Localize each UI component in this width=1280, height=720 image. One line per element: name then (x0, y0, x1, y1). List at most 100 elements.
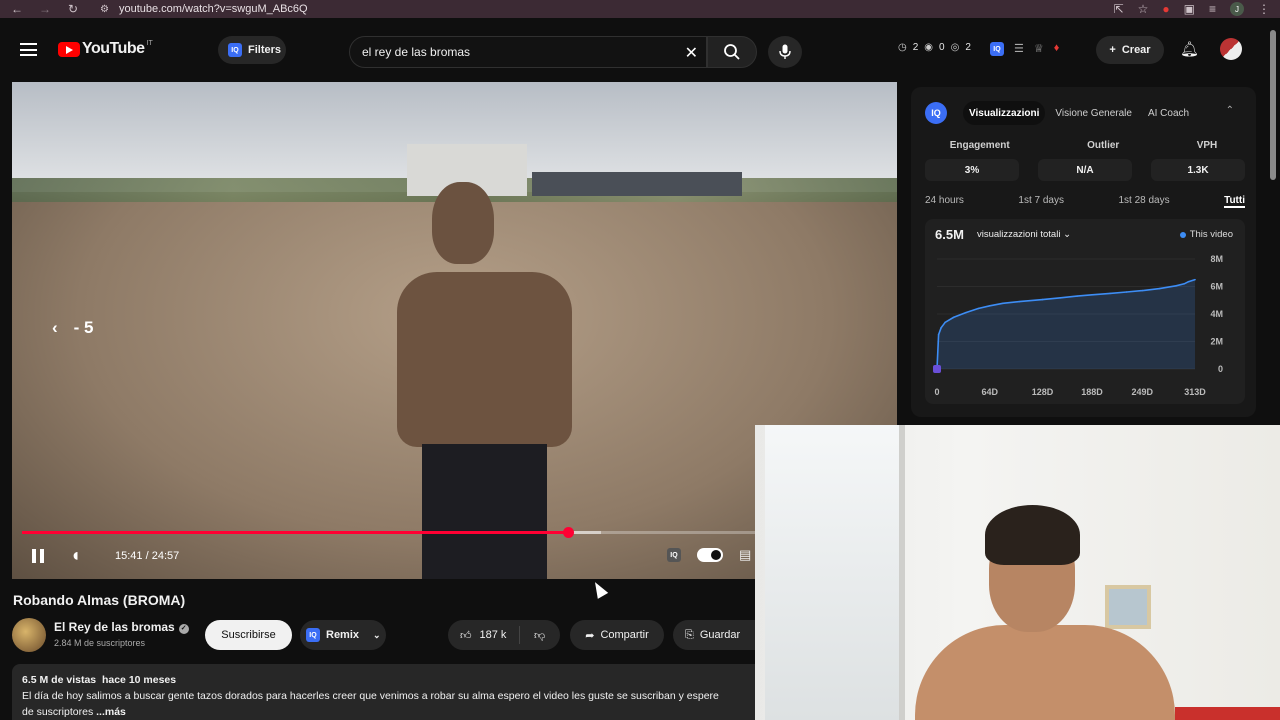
data-point (1187, 280, 1190, 283)
vph-label: VPH (1196, 140, 1218, 151)
site-settings-icon[interactable]: ⚙ (100, 4, 109, 15)
media-controls-icon[interactable]: ≡ (1209, 2, 1216, 16)
data-point (1183, 282, 1186, 285)
forward-icon[interactable]: → (36, 0, 54, 18)
verified-icon: ✓ (178, 624, 189, 634)
mouse-cursor (589, 579, 609, 599)
youtube-logo[interactable]: YouTube IT (58, 40, 153, 58)
account-avatar[interactable] (1220, 38, 1242, 60)
outlier-value: N/A (1038, 159, 1132, 181)
range-24-hours[interactable]: 24 hours (925, 195, 964, 208)
show-more-link[interactable]: ...más (96, 706, 126, 718)
microphone-icon (779, 44, 791, 59)
iq-icon: IQ (228, 43, 242, 57)
y-tick-label: 4M (1210, 309, 1223, 319)
tab-visualizzazioni[interactable]: Visualizzazioni (963, 101, 1046, 125)
playlist-icon[interactable]: ☰ (1014, 42, 1024, 56)
tab-visione-generale[interactable]: Visione Generale (1049, 101, 1138, 125)
vph-value: 1.3K (1151, 159, 1245, 181)
engagement-value: 3% (925, 159, 1019, 181)
extension-red-icon[interactable]: ● (1162, 2, 1169, 16)
youtube-play-icon (58, 41, 80, 57)
remix-button[interactable]: IQ Remix ⌄ (300, 620, 386, 650)
like-button[interactable]: 👍︎ 187 k (448, 626, 520, 644)
browser-menu-icon[interactable]: ⋮ (1258, 2, 1270, 16)
x-tick-label: 0 (934, 387, 939, 397)
channel-name[interactable]: El Rey de las bromas (54, 620, 175, 634)
description-text-2: de suscriptores (22, 706, 94, 718)
share-button[interactable]: ➦ Compartir (570, 620, 664, 650)
create-button[interactable]: + Crear (1096, 36, 1164, 64)
views-chart-card: 6.5M visualizzazioni totali ⌄ This video… (925, 219, 1245, 404)
chevron-up-icon[interactable]: ⌃ (1226, 105, 1234, 116)
stat-hidden: 2 (965, 42, 971, 53)
dislike-button[interactable]: 👎︎ (520, 629, 545, 642)
metric-selector[interactable]: visualizzazioni totali ⌄ (977, 229, 1071, 240)
total-views: 6.5M (935, 227, 964, 242)
search-input[interactable]: el rey de las bromas ✕ (349, 36, 707, 68)
voice-search-button[interactable] (768, 36, 802, 68)
chevron-down-icon: ⌄ (373, 629, 381, 640)
description-line2: de suscriptores ...más (22, 704, 745, 720)
upload-age: hace 10 meses (101, 674, 177, 686)
webcam-red-object (1175, 707, 1280, 720)
y-tick-label: 8M (1210, 254, 1223, 264)
video-title: Robando Almas (BROMA) (13, 592, 186, 608)
stat-watch-later: 2 (912, 42, 919, 53)
search-button[interactable] (707, 36, 757, 68)
bookmark-icon: ⎘ (685, 628, 694, 641)
reload-icon[interactable]: ↻ (64, 0, 82, 18)
bookmark-star-icon[interactable]: ☆ (1138, 2, 1149, 16)
range-first-28-days[interactable]: 1st 28 days (1118, 195, 1169, 208)
data-point (937, 333, 940, 336)
iq-analytics-panel: IQ Visualizzazioni Visione Generale AI C… (911, 87, 1256, 417)
seek-back-label: - 5 (73, 318, 94, 337)
back-icon[interactable]: ← (8, 0, 26, 18)
y-tick-label: 6M (1210, 282, 1223, 292)
volume-icon[interactable]: ◖ (70, 545, 81, 566)
time-separator: / (142, 550, 152, 562)
clear-search-icon[interactable]: ✕ (685, 43, 698, 63)
search-value: el rey de las bromas (362, 45, 471, 59)
time-display: 15:41 / 24:57 (115, 550, 179, 562)
clock-icon: ◷ (898, 42, 907, 53)
x-tick-label: 128D (1032, 387, 1054, 397)
trophy-icon[interactable]: ♕ (1034, 42, 1044, 56)
data-point (944, 321, 947, 324)
tab-ai-coach[interactable]: AI Coach (1142, 101, 1195, 125)
eye-icon: ◉ (924, 42, 934, 53)
extension-icons: IQ ☰ ♕ ♦ (990, 42, 1059, 56)
open-in-app-icon[interactable]: ⇱ (1114, 2, 1124, 16)
hamburger-menu-icon[interactable] (20, 43, 37, 56)
played-bar (22, 531, 569, 534)
range-all[interactable]: Tutti (1224, 195, 1245, 208)
data-point (1076, 295, 1078, 297)
pause-icon[interactable] (32, 549, 44, 563)
notifications-bell-icon[interactable]: 🔔︎ (1180, 40, 1199, 58)
notification-dot-icon[interactable]: ♦ (1054, 42, 1060, 56)
views-chart: 0 2M 4M 6M 8M 0 64D 128D 188D 249D 313D (933, 254, 1223, 397)
description-box[interactable]: 6.5 M de vistas hace 10 meses El día de … (12, 664, 755, 720)
video-frame-person (397, 182, 607, 579)
autoplay-toggle[interactable] (697, 548, 723, 562)
iq-player-icon[interactable]: IQ (667, 548, 681, 562)
profile-avatar[interactable]: J (1230, 2, 1244, 16)
y-tick-label: 2M (1210, 337, 1223, 347)
page-scrollbar[interactable] (1270, 30, 1276, 180)
iq-toolbar-icon[interactable]: IQ (990, 42, 1004, 56)
save-button[interactable]: ⎘ Guardar (673, 620, 755, 650)
filters-button[interactable]: IQ Filters (218, 36, 286, 64)
subtitles-icon[interactable]: ▤ (739, 547, 751, 563)
address-bar[interactable]: ⚙ youtube.com/watch?v=swguM_ABc6Q (100, 0, 1040, 18)
upload-marker (933, 365, 941, 373)
channel-avatar[interactable] (12, 618, 46, 652)
extension-stats: ◷ 2 ◉ 0 ◎ 2 (898, 42, 971, 53)
channel-name-row[interactable]: El Rey de las bromas ✓ (54, 620, 189, 634)
like-dislike-group: 👍︎ 187 k 👎︎ (448, 620, 560, 650)
data-point (977, 307, 980, 310)
save-label: Guardar (699, 629, 741, 641)
range-first-7-days[interactable]: 1st 7 days (1018, 195, 1064, 208)
seek-back-indicator: ‹ - 5 (52, 318, 94, 338)
extensions-puzzle-icon[interactable]: ▣ (1184, 2, 1195, 16)
subscribe-button[interactable]: Suscribirse (205, 620, 292, 650)
